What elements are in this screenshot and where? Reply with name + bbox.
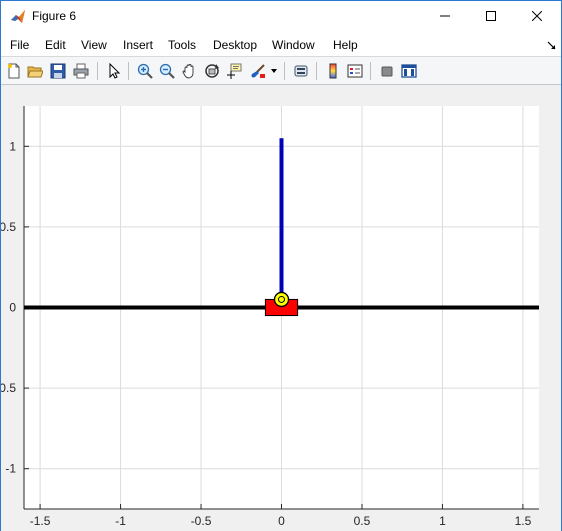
y-tick-label: 1: [9, 139, 16, 153]
x-tick-label: 0.5: [354, 514, 371, 528]
maximize-button[interactable]: [468, 1, 514, 32]
rotate-3d-icon[interactable]: [202, 61, 222, 81]
toolbar-separator: [128, 62, 129, 80]
plot-canvas[interactable]: -1.5 -1 -0.5 0 0.5 1 1.5 -1 -0.5 0 0.5 1: [1, 85, 561, 531]
window-title: Figure 6: [32, 9, 77, 23]
menu-window[interactable]: Window: [272, 38, 315, 52]
hide-plot-tools-icon[interactable]: [377, 61, 397, 81]
zoom-out-icon[interactable]: [157, 61, 177, 81]
matlab-logo-icon: [10, 9, 26, 25]
pivot-joint-outer: [273, 291, 290, 308]
x-tick-label: -0.5: [191, 514, 212, 528]
title-bar[interactable]: Figure 6: [1, 1, 561, 32]
pan-icon[interactable]: [179, 61, 199, 81]
pointer-icon[interactable]: [104, 61, 124, 81]
open-file-icon[interactable]: [25, 61, 45, 81]
menu-tools[interactable]: Tools: [168, 38, 196, 52]
brush-dropdown-icon[interactable]: [268, 61, 280, 81]
toolbar-separator: [370, 62, 371, 80]
menu-file[interactable]: File: [10, 38, 29, 52]
toolbar-separator: [97, 62, 98, 80]
y-tick-label: -1: [5, 462, 16, 476]
y-tick-label: -0.5: [1, 381, 16, 395]
close-icon: [531, 10, 543, 24]
menu-bar: File Edit View Insert Tools Desktop Wind…: [1, 32, 561, 56]
brush-icon[interactable]: [248, 61, 268, 81]
menu-edit[interactable]: Edit: [45, 38, 66, 52]
zoom-in-icon[interactable]: [135, 61, 155, 81]
colorbar-icon[interactable]: [323, 61, 343, 81]
figure-window: Figure 6 File Edit View Insert Tools Des…: [0, 0, 562, 531]
y-tick-label: 0.5: [1, 220, 16, 234]
legend-icon[interactable]: [345, 61, 365, 81]
x-tick-label: 0: [278, 514, 285, 528]
save-icon[interactable]: [48, 61, 68, 81]
x-tick-label: -1.5: [30, 514, 51, 528]
show-plot-tools-icon[interactable]: [399, 61, 419, 81]
menu-view[interactable]: View: [81, 38, 107, 52]
print-icon[interactable]: [71, 61, 91, 81]
x-tick-label: -1: [115, 514, 126, 528]
menu-help[interactable]: Help: [333, 38, 358, 52]
x-tick-label: 1: [439, 514, 446, 528]
figure-toolbar: [1, 56, 561, 85]
x-tick-label: 1.5: [515, 514, 532, 528]
figure-area: -1.5 -1 -0.5 0 0.5 1 1.5 -1 -0.5 0 0.5 1: [1, 85, 561, 531]
toolbar-separator: [284, 62, 285, 80]
toolbar-separator: [316, 62, 317, 80]
maximize-icon: [486, 10, 496, 24]
dock-arrow-icon[interactable]: [547, 40, 557, 50]
new-figure-icon[interactable]: [4, 61, 24, 81]
data-cursor-icon[interactable]: [224, 61, 244, 81]
close-button[interactable]: [514, 1, 560, 32]
y-tick-label: 0: [9, 301, 16, 315]
menu-insert[interactable]: Insert: [123, 38, 153, 52]
link-plot-icon[interactable]: [291, 61, 311, 81]
minimize-button[interactable]: [422, 1, 468, 32]
minimize-icon: [440, 10, 450, 24]
menu-desktop[interactable]: Desktop: [213, 38, 257, 52]
